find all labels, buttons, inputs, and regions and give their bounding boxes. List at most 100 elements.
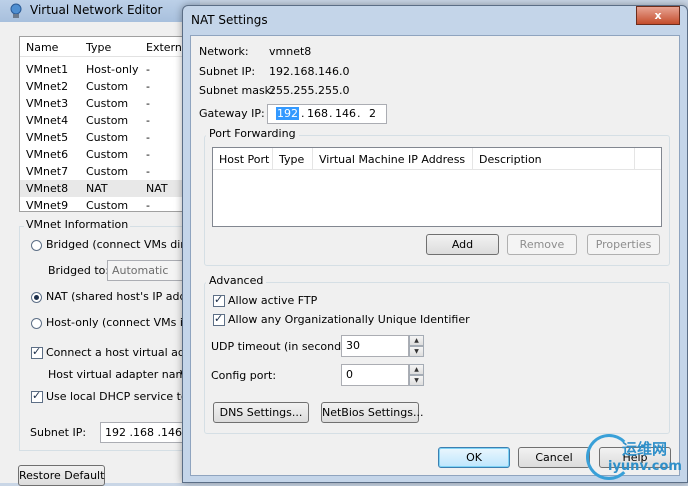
config-port-field[interactable]: 0 <box>341 364 409 386</box>
network-name: VMnet5 <box>26 131 69 144</box>
network-type: Custom <box>86 97 129 110</box>
network-type: Custom <box>86 165 129 178</box>
spin-up-icon[interactable]: ▲ <box>409 364 424 375</box>
connect-adapter-checkbox[interactable] <box>31 345 43 359</box>
pf-col-vm-ip[interactable]: Virtual Machine IP Address <box>313 148 473 170</box>
network-external: - <box>146 80 150 93</box>
cancel-button[interactable]: Cancel <box>518 447 590 468</box>
netbios-settings-button[interactable]: NetBios Settings... <box>321 402 423 423</box>
spin-up-icon[interactable]: ▲ <box>409 335 424 346</box>
network-row-vmnet5[interactable]: VMnet5 Custom - <box>20 129 188 146</box>
close-icon: x <box>654 9 662 22</box>
network-row-vmnet9[interactable]: VMnet9 Custom - <box>20 197 188 212</box>
gateway-octet-2[interactable]: 168 <box>307 107 328 120</box>
nat-client-area: Network: vmnet8 Subnet IP: 192.168.146.0… <box>190 35 680 476</box>
nat-settings-dialog: NAT Settings x Network: vmnet8 Subnet IP… <box>182 5 688 483</box>
network-external: - <box>146 165 150 178</box>
gateway-octet-1[interactable]: 192 <box>276 107 299 120</box>
network-external: NAT <box>146 182 168 195</box>
network-name: VMnet3 <box>26 97 69 110</box>
network-external: - <box>146 148 150 161</box>
dns-settings-button[interactable]: DNS Settings... <box>213 402 309 423</box>
network-row-vmnet1[interactable]: VMnet1 Host-only - <box>20 61 188 78</box>
local-dhcp-checkbox[interactable] <box>31 389 43 403</box>
bridged-label[interactable]: Bridged (connect VMs directl <box>46 238 205 251</box>
site-watermark: 运维网 iyunv.com <box>586 432 688 483</box>
network-row-vmnet3[interactable]: VMnet3 Custom - <box>20 95 188 112</box>
nat-label[interactable]: NAT (shared host's IP addre <box>46 290 198 303</box>
network-type: Custom <box>86 148 129 161</box>
udp-timeout-field[interactable]: 30 <box>341 335 409 357</box>
spin-down-icon[interactable]: ▼ <box>409 346 424 357</box>
network-type: Custom <box>86 131 129 144</box>
properties-button[interactable]: Properties <box>587 234 660 255</box>
vne-title: Virtual Network Editor <box>30 3 163 17</box>
gateway-ip-field[interactable]: 192 . 168 . 146 . 2 <box>267 104 387 124</box>
network-external: - <box>146 63 150 76</box>
network-name: VMnet8 <box>26 182 69 195</box>
spin-down-icon[interactable]: ▼ <box>409 375 424 386</box>
network-type: Host-only <box>86 63 139 76</box>
nat-subnet-ip-label: Subnet IP: <box>199 65 256 78</box>
virtual-network-editor-window: Virtual Network Editor Name Type Externa… <box>0 0 207 486</box>
port-forwarding-table[interactable]: Host Port Type Virtual Machine IP Addres… <box>212 147 662 227</box>
watermark-url: iyunv.com <box>608 459 682 474</box>
vmware-network-icon <box>10 3 22 18</box>
gateway-octet-3[interactable]: 146 <box>335 107 356 120</box>
nat-radio[interactable] <box>31 292 42 303</box>
network-name: VMnet6 <box>26 148 69 161</box>
vne-titlebar[interactable]: Virtual Network Editor <box>0 0 200 22</box>
gateway-octet-4[interactable]: 2 <box>369 107 376 120</box>
network-external: - <box>146 131 150 144</box>
network-name: VMnet1 <box>26 63 69 76</box>
vmnet-information-label: VMnet Information <box>24 218 131 231</box>
network-row-vmnet8[interactable]: VMnet8 NAT NAT <box>20 180 188 197</box>
col-name-header[interactable]: Name <box>26 41 58 54</box>
network-type: Custom <box>86 80 129 93</box>
pf-col-host-port[interactable]: Host Port <box>213 148 273 170</box>
subnet-mask-label: Subnet mask: <box>199 84 275 97</box>
config-port-spinner[interactable]: ▲ ▼ <box>409 364 424 386</box>
network-row-vmnet2[interactable]: VMnet2 Custom - <box>20 78 188 95</box>
network-external: - <box>146 199 150 212</box>
gateway-ip-label: Gateway IP: <box>199 107 265 120</box>
udp-timeout-label: UDP timeout (in seconds): <box>211 340 355 353</box>
network-external: - <box>146 97 150 110</box>
nat-subnet-ip-value: 192.168.146.0 <box>269 65 350 78</box>
bridged-radio[interactable] <box>31 240 42 251</box>
close-button[interactable]: x <box>636 6 680 25</box>
network-list[interactable]: Name Type External VMnet1 Host-only - VM… <box>19 36 189 212</box>
network-list-header: Name Type External <box>20 37 188 57</box>
network-name: VMnet4 <box>26 114 69 127</box>
col-type-header[interactable]: Type <box>86 41 111 54</box>
add-button[interactable]: Add <box>426 234 499 255</box>
watermark-cn: 运维网 <box>622 440 668 458</box>
allow-active-ftp-checkbox[interactable] <box>213 293 225 307</box>
network-label: Network: <box>199 45 249 58</box>
adapter-name-label: Host virtual adapter name: <box>48 368 197 381</box>
ok-button[interactable]: OK <box>438 447 510 468</box>
network-name: VMnet7 <box>26 165 69 178</box>
network-value: vmnet8 <box>269 45 312 58</box>
connect-adapter-label[interactable]: Connect a host virtual adapt <box>46 346 203 359</box>
advanced-label: Advanced <box>206 274 267 287</box>
nat-title: NAT Settings <box>191 13 268 27</box>
port-forwarding-header: Host Port Type Virtual Machine IP Addres… <box>213 148 661 170</box>
udp-timeout-spinner[interactable]: ▲ ▼ <box>409 335 424 357</box>
network-name: VMnet9 <box>26 199 69 212</box>
network-row-vmnet6[interactable]: VMnet6 Custom - <box>20 146 188 163</box>
pf-col-description[interactable]: Description <box>473 148 635 170</box>
network-row-vmnet4[interactable]: VMnet4 Custom - <box>20 112 188 129</box>
subnet-mask-value: 255.255.255.0 <box>269 84 350 97</box>
remove-button[interactable]: Remove <box>507 234 577 255</box>
host-only-radio[interactable] <box>31 318 42 329</box>
port-forwarding-label: Port Forwarding <box>206 127 299 140</box>
config-port-label: Config port: <box>211 369 277 382</box>
allow-oui-label[interactable]: Allow any Organizationally Unique Identi… <box>228 313 470 326</box>
network-type: Custom <box>86 199 129 212</box>
bridged-to-label: Bridged to: <box>48 264 110 277</box>
pf-col-type[interactable]: Type <box>273 148 313 170</box>
allow-active-ftp-label[interactable]: Allow active FTP <box>228 294 317 307</box>
network-row-vmnet7[interactable]: VMnet7 Custom - <box>20 163 188 180</box>
allow-oui-checkbox[interactable] <box>213 312 225 326</box>
